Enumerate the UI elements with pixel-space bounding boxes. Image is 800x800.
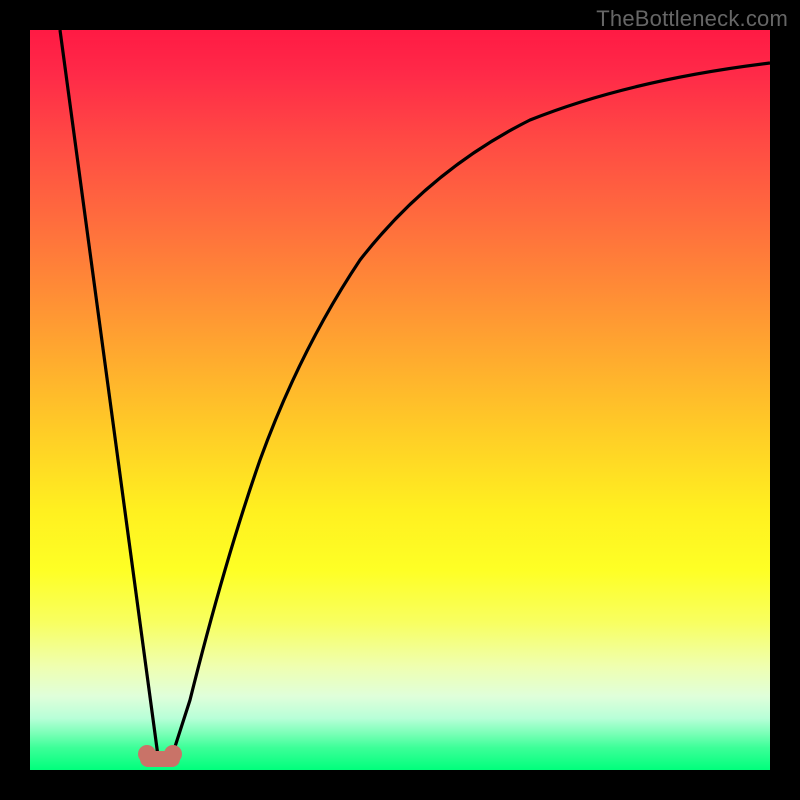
bottleneck-curve-right [172, 63, 770, 756]
watermark-text: TheBottleneck.com [596, 6, 788, 32]
curve-svg [30, 30, 770, 770]
chart-plot-area [30, 30, 770, 770]
optimal-point-marker [140, 751, 180, 767]
bottleneck-curve-left [60, 30, 158, 756]
